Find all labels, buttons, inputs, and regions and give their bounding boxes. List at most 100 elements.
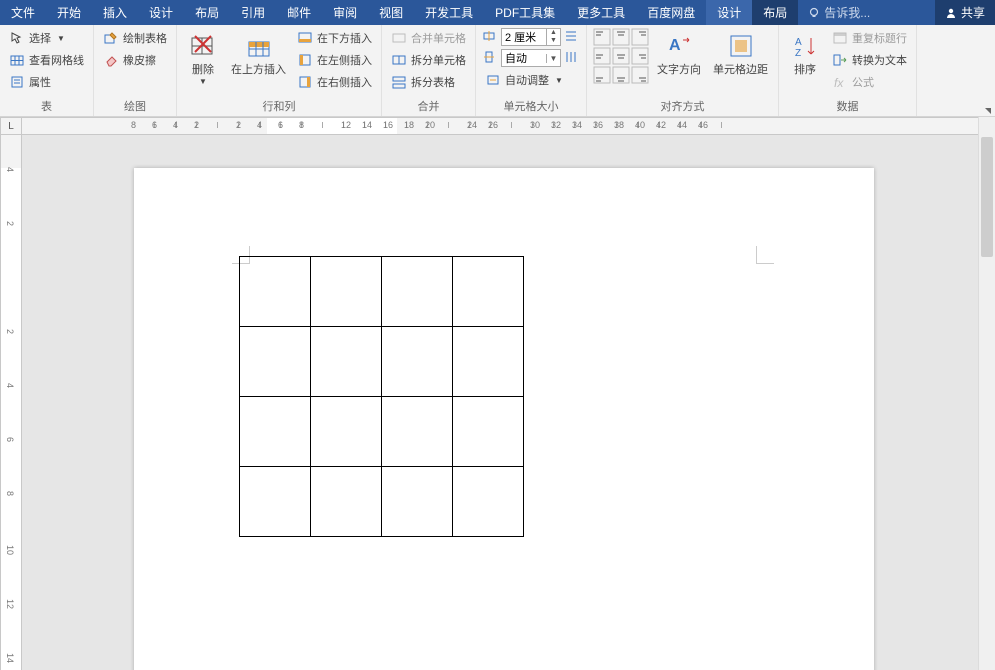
tab-references[interactable]: 引用	[230, 0, 276, 25]
tab-table-layout[interactable]: 布局	[752, 0, 798, 25]
group-cell-size: ▲▼ ▼ 自动调整▼ 单元格大小	[476, 25, 587, 116]
tell-me-input[interactable]	[824, 6, 884, 20]
group-rows-cols: 删除▼ 在上方插入 在下方插入 在左侧插入 在右侧插入 行和列	[177, 25, 382, 116]
group-data-label: 数据	[785, 96, 910, 114]
align-mr-icon[interactable]	[631, 47, 649, 65]
group-align-label: 对齐方式	[593, 96, 772, 114]
table-row	[240, 467, 524, 537]
split-cells-button[interactable]: 拆分单元格	[388, 50, 469, 70]
group-table: 选择▼ 查看网格线 属性 表	[0, 25, 94, 116]
split-table-icon	[391, 74, 407, 90]
align-br-icon[interactable]	[631, 66, 649, 84]
view-gridlines-button[interactable]: 查看网格线	[6, 50, 87, 70]
group-draw-label: 绘图	[100, 96, 170, 114]
scrollbar-thumb[interactable]	[981, 137, 993, 257]
distribute-cols-icon[interactable]	[564, 50, 580, 66]
tab-home[interactable]: 开始	[46, 0, 92, 25]
convert-to-text-button[interactable]: 转换为文本	[829, 50, 910, 70]
cursor-icon	[9, 30, 25, 46]
align-mc-icon[interactable]	[612, 47, 630, 65]
align-tc-icon[interactable]	[612, 28, 630, 46]
spin-up-icon: ▲	[547, 29, 560, 37]
cell-margins-icon	[725, 30, 757, 62]
tab-layout[interactable]: 布局	[184, 0, 230, 25]
share-button[interactable]: 共享	[935, 0, 995, 25]
merge-cells-button[interactable]: 合并单元格	[388, 28, 469, 48]
sort-icon: AZ	[789, 30, 821, 62]
distribute-rows-icon[interactable]	[564, 29, 580, 45]
group-table-label: 表	[6, 96, 87, 114]
align-bc-icon[interactable]	[612, 66, 630, 84]
tab-file[interactable]: 文件	[0, 0, 46, 25]
col-width-input[interactable]: ▼	[501, 49, 561, 67]
row-height-input[interactable]: ▲▼	[501, 28, 561, 46]
horizontal-ruler[interactable]: 8642246812141618202426303234363840424446	[22, 117, 978, 135]
select-button[interactable]: 选择▼	[6, 28, 87, 48]
tab-developer[interactable]: 开发工具	[414, 0, 484, 25]
tab-insert[interactable]: 插入	[92, 0, 138, 25]
group-merge: 合并单元格 拆分单元格 拆分表格 合并	[382, 25, 476, 116]
table-row	[240, 257, 524, 327]
vertical-ruler[interactable]: 422468101214161820	[0, 135, 22, 670]
spin-down-icon: ▼	[547, 37, 560, 45]
tab-mailings[interactable]: 邮件	[276, 0, 322, 25]
merge-icon	[391, 30, 407, 46]
person-icon	[945, 7, 957, 19]
vertical-scrollbar[interactable]	[978, 117, 995, 670]
split-table-button[interactable]: 拆分表格	[388, 72, 469, 92]
split-icon	[391, 52, 407, 68]
insert-below-button[interactable]: 在下方插入	[294, 28, 375, 48]
insert-above-button[interactable]: 在上方插入	[227, 28, 290, 96]
text-direction-button[interactable]: A 文字方向	[653, 28, 705, 96]
align-ml-icon[interactable]	[593, 47, 611, 65]
formula-icon: fx	[832, 74, 848, 90]
align-tl-icon[interactable]	[593, 28, 611, 46]
tab-view[interactable]: 视图	[368, 0, 414, 25]
chevron-down-icon: ▼	[57, 34, 65, 43]
repeat-header-button[interactable]: 重复标题行	[829, 28, 910, 48]
delete-table-icon	[187, 30, 219, 62]
autofit-icon	[485, 72, 501, 88]
insert-right-icon	[297, 74, 313, 90]
formula-button[interactable]: fx公式	[829, 72, 910, 92]
gridlines-icon	[9, 52, 25, 68]
pencil-table-icon	[103, 30, 119, 46]
insert-left-icon	[297, 52, 313, 68]
svg-text:Z: Z	[795, 48, 801, 59]
bulb-icon	[808, 7, 820, 19]
repeat-header-icon	[832, 30, 848, 46]
insert-left-button[interactable]: 在左侧插入	[294, 50, 375, 70]
sort-button[interactable]: AZ 排序	[785, 28, 825, 96]
group-alignment: A 文字方向 单元格边距 对齐方式	[587, 25, 779, 116]
share-label: 共享	[961, 4, 985, 21]
tab-more[interactable]: 更多工具	[566, 0, 636, 25]
insert-right-button[interactable]: 在右侧插入	[294, 72, 375, 92]
properties-icon	[9, 74, 25, 90]
group-data: AZ 排序 重复标题行 转换为文本 fx公式 数据	[779, 25, 917, 116]
document-canvas[interactable]	[22, 135, 978, 670]
document-table[interactable]	[239, 256, 524, 537]
chevron-down-icon: ▼	[199, 77, 207, 87]
draw-table-button[interactable]: 绘制表格	[100, 28, 170, 48]
tab-table-design[interactable]: 设计	[706, 0, 752, 25]
align-tr-icon[interactable]	[631, 28, 649, 46]
tell-me[interactable]	[798, 0, 894, 25]
delete-button[interactable]: 删除▼	[183, 28, 223, 96]
tab-baidu[interactable]: 百度网盘	[636, 0, 706, 25]
page	[134, 168, 874, 670]
cell-margins-button[interactable]: 单元格边距	[709, 28, 772, 96]
text-direction-icon: A	[663, 30, 695, 62]
autofit-button[interactable]: 自动调整▼	[482, 70, 580, 90]
tab-pdf[interactable]: PDF工具集	[484, 0, 566, 25]
row-height-icon	[482, 29, 498, 45]
tab-design[interactable]: 设计	[138, 0, 184, 25]
eraser-button[interactable]: 橡皮擦	[100, 50, 170, 70]
chevron-down-icon[interactable]: ▼	[546, 54, 560, 63]
ribbon: 选择▼ 查看网格线 属性 表 绘制表格 橡皮擦 绘图 删除▼ 在上方插入	[0, 25, 995, 117]
ruler-corner: L	[0, 117, 22, 135]
align-bl-icon[interactable]	[593, 66, 611, 84]
properties-button[interactable]: 属性	[6, 72, 87, 92]
to-text-icon	[832, 52, 848, 68]
insert-above-icon	[243, 30, 275, 62]
tab-review[interactable]: 审阅	[322, 0, 368, 25]
